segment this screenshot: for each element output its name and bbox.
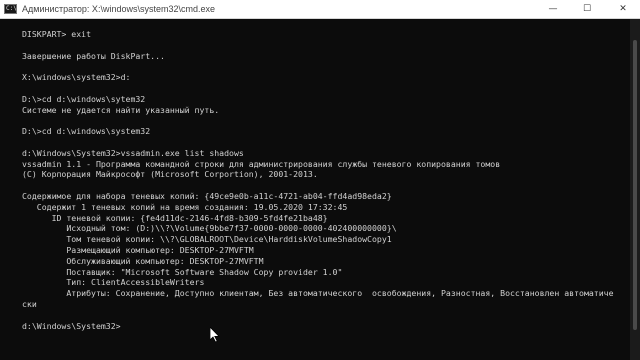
maximize-button[interactable]: ☐ bbox=[572, 0, 602, 18]
cmd-window: C:\ Администратор: X:\windows\system32\c… bbox=[0, 0, 640, 360]
console-line: Завершение работы DiskPart... bbox=[22, 50, 165, 61]
console-line: Тип: ClientAccessibleWriters bbox=[22, 277, 205, 288]
console-output[interactable]: DISKPART> exit Завершение работы DiskPart… bbox=[0, 19, 634, 360]
console-line: (C) Корпорация Майкрософт (Microsoft Cor… bbox=[22, 169, 318, 180]
console-line: Содержит 1 теневых копий на время создан… bbox=[22, 201, 348, 212]
console-line: Обслуживающий компьютер: DESKTOP-27MVFTM bbox=[22, 255, 264, 266]
console-line: ски bbox=[22, 298, 37, 309]
console-line: Том теневой копии: \\?\GLOBALROOT\Device… bbox=[22, 234, 392, 245]
window-title: Администратор: X:\windows\system32\cmd.e… bbox=[22, 4, 215, 14]
console-line: D:\>cd d:\windows\sytem32 bbox=[22, 93, 146, 104]
console-line: Поставщик: "Microsoft Software Shadow Co… bbox=[22, 266, 343, 277]
console-line: X:\windows\system32>d: bbox=[22, 72, 131, 83]
console-line: Исходный том: (D:)\\?\Volume{9bbe7f37-00… bbox=[22, 223, 397, 234]
console-line: Атрибуты: Сохранение, Доступно клиентам,… bbox=[22, 288, 614, 299]
console-line: DISKPART> exit bbox=[22, 29, 92, 39]
console-line: Содержимое для набора теневых копий: {49… bbox=[22, 190, 392, 201]
console-line: Системе не удается найти указанный путь. bbox=[22, 104, 220, 115]
minimize-button[interactable]: — bbox=[538, 0, 568, 18]
cmd-icon: C:\ bbox=[4, 4, 17, 14]
close-button[interactable]: ✕ bbox=[606, 0, 640, 18]
console-line: vssadmin 1.1 - Программа командной строк… bbox=[22, 158, 501, 169]
console-line: d:\Windows\System32> bbox=[22, 320, 121, 331]
title-bar[interactable]: C:\ Администратор: X:\windows\system32\c… bbox=[0, 0, 640, 19]
scrollbar-thumb[interactable] bbox=[633, 40, 637, 330]
console-line: d:\Windows\System32>vssadmin.exe list sh… bbox=[22, 147, 244, 158]
console-line: ID теневой копии: {fe4d11dc-2146-4fd8-b3… bbox=[22, 212, 328, 223]
console-line: D:\>cd d:\windows\system32 bbox=[22, 126, 151, 137]
console-line: Размещающий компьютер: DESKTOP-27MVFTM bbox=[22, 244, 254, 255]
